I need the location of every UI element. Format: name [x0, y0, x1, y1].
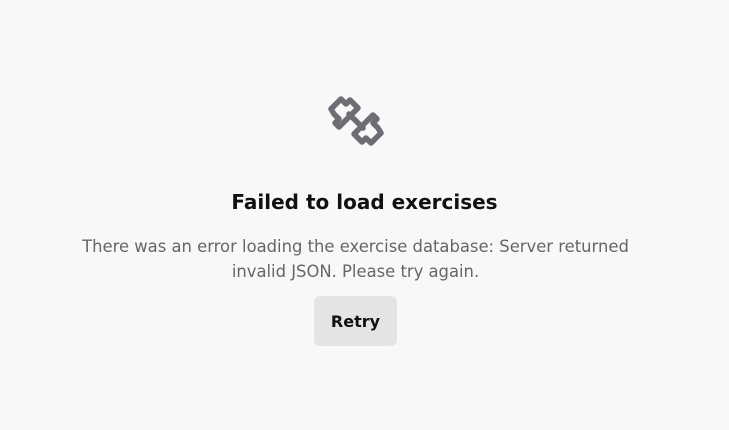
error-title: Failed to load exercises	[231, 190, 498, 215]
retry-button[interactable]: Retry	[314, 296, 397, 346]
error-state: Failed to load exercises There was an er…	[0, 0, 729, 430]
dumbbell-icon	[327, 92, 385, 150]
error-message: There was an error loading the exercise …	[82, 237, 629, 282]
